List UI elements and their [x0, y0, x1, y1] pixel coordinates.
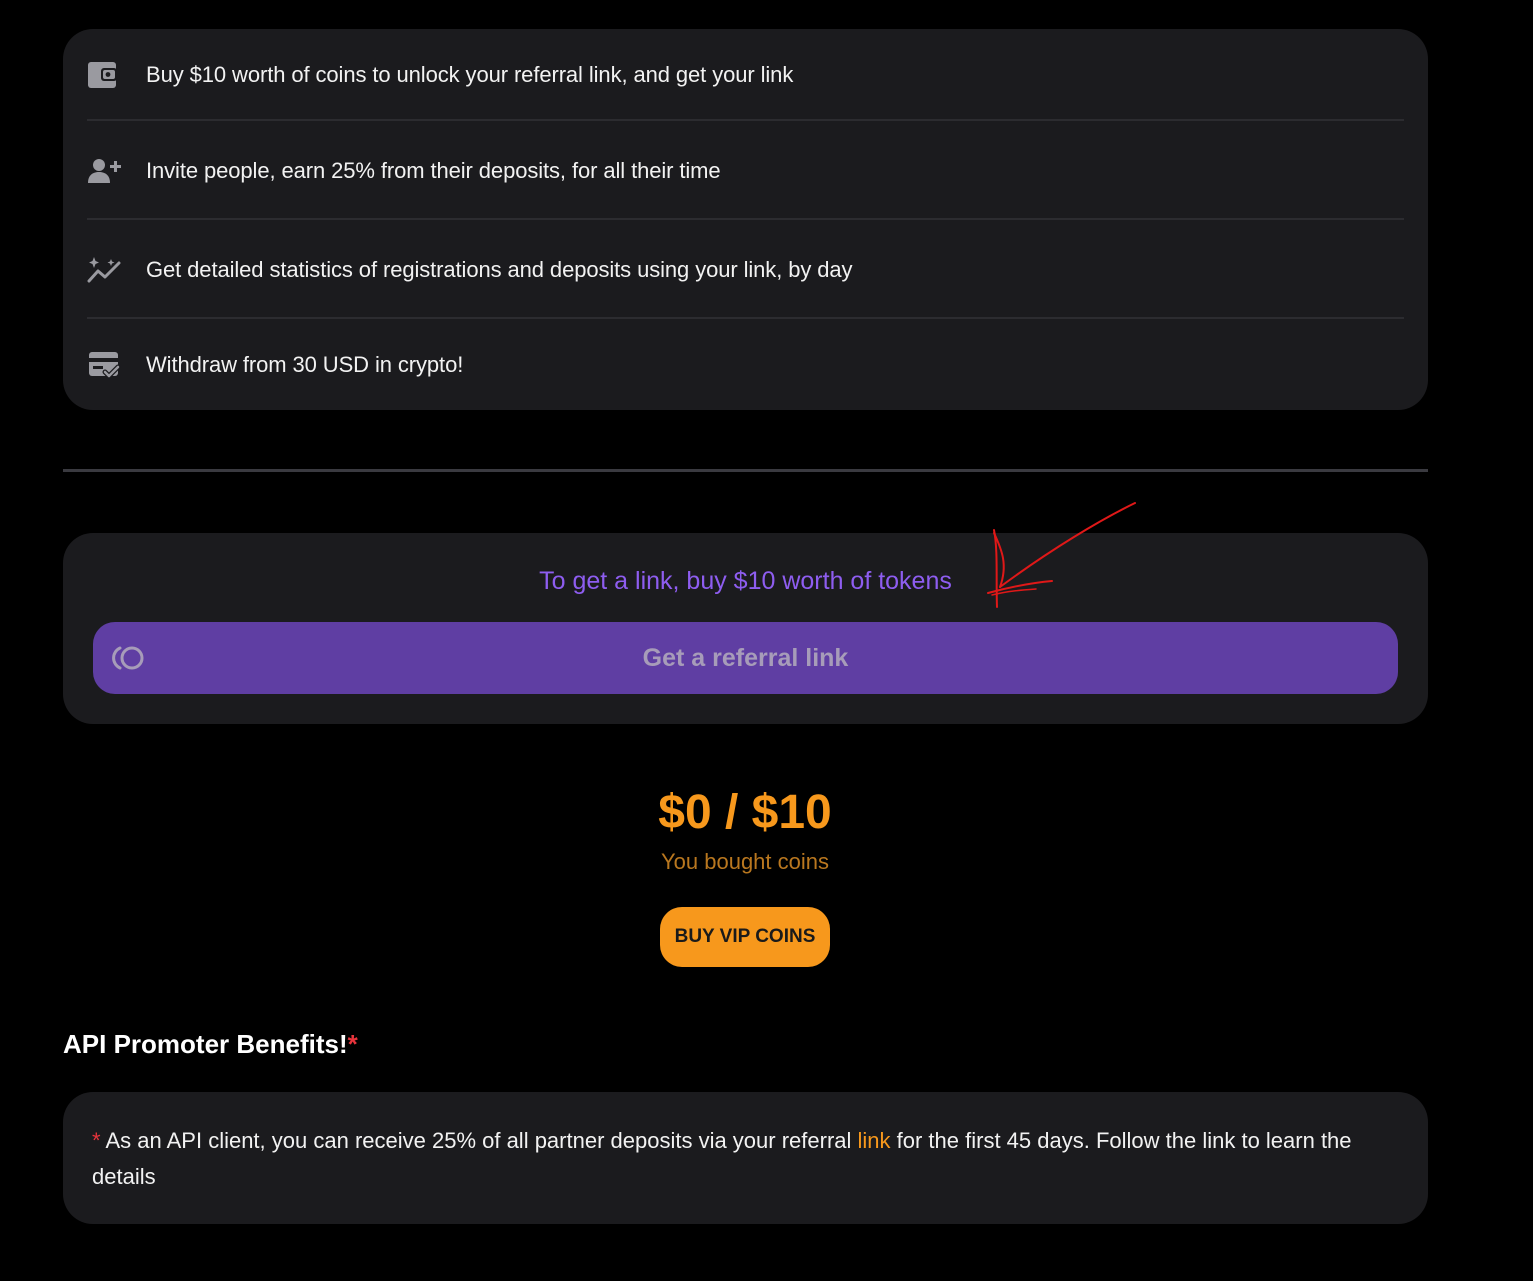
user-plus-icon	[87, 155, 123, 187]
benefit-item: Get detailed statistics of registrations…	[87, 220, 1404, 319]
benefit-item: Buy $10 worth of coins to unlock your re…	[87, 29, 1404, 120]
referral-hint: To get a link, buy $10 worth of tokens	[539, 567, 952, 595]
referral-page: Buy $10 worth of coins to unlock your re…	[0, 0, 1533, 1281]
wallet-icon	[87, 59, 123, 91]
annotation-arrow-icon	[987, 502, 1136, 608]
benefits-card: Buy $10 worth of coins to unlock your re…	[63, 29, 1428, 410]
note-text-before: As an API client, you can receive 25% of…	[100, 1128, 858, 1153]
referral-card: To get a link, buy $10 worth of tokens G…	[63, 533, 1428, 724]
required-mark: *	[347, 1029, 358, 1059]
spinner-icon	[111, 644, 147, 672]
section-divider	[63, 469, 1428, 472]
benefit-item: Invite people, earn 25% from their depos…	[87, 121, 1404, 220]
purchase-progress-label: You bought coins	[661, 849, 829, 874]
referral-button-label: Get a referral link	[642, 643, 849, 672]
note-mark: *	[92, 1128, 101, 1153]
card-check-icon	[87, 349, 123, 381]
purchase-progress-value: $0 / $10	[658, 786, 832, 839]
api-promoter-heading: API Promoter Benefits!*	[63, 1029, 358, 1060]
sparkle-chart-icon	[87, 254, 123, 286]
api-heading-text: API Promoter Benefits!	[63, 1029, 348, 1059]
get-referral-link-button[interactable]: Get a referral link	[93, 622, 1398, 694]
api-details-link[interactable]: link	[858, 1128, 891, 1153]
api-note-card: * As an API client, you can receive 25% …	[63, 1092, 1428, 1224]
benefit-item: Withdraw from 30 USD in crypto!	[87, 319, 1404, 410]
api-note-text: * As an API client, you can receive 25% …	[92, 1123, 1392, 1195]
benefit-text: Get detailed statistics of registrations…	[146, 256, 853, 282]
buy-vip-coins-button[interactable]: BUY VIP COINS	[660, 907, 830, 967]
benefit-text: Invite people, earn 25% from their depos…	[146, 157, 721, 183]
benefit-text: Buy $10 worth of coins to unlock your re…	[146, 61, 794, 87]
benefit-text: Withdraw from 30 USD in crypto!	[146, 351, 464, 377]
